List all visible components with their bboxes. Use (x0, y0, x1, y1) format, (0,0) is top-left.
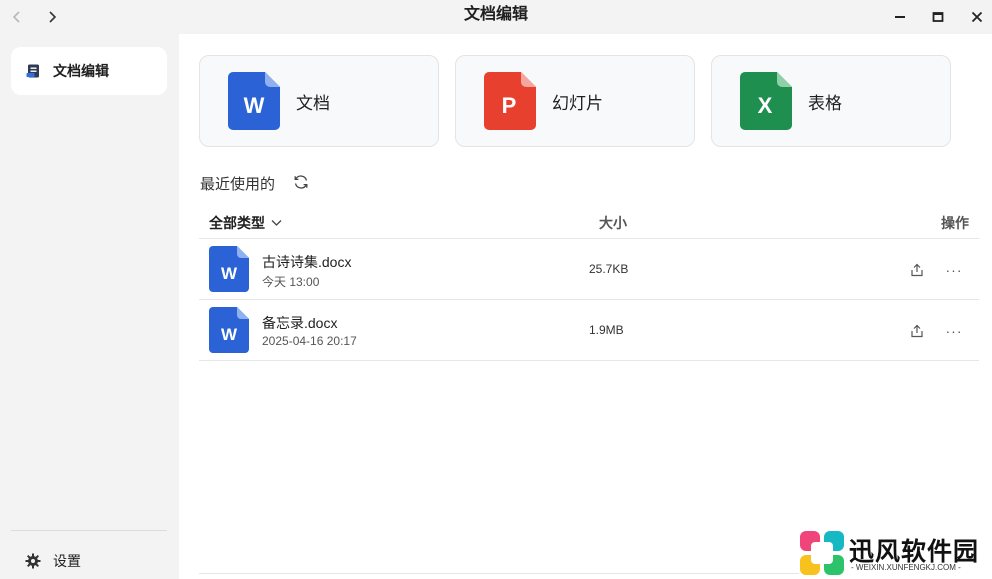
sidebar-divider (11, 530, 167, 531)
settings-button[interactable]: 设置 (25, 550, 81, 572)
sidebar: 文档编辑 设置 (0, 34, 179, 579)
refresh-button[interactable] (291, 172, 311, 192)
maximize-icon (932, 12, 944, 22)
size-column-header: 大小 (599, 215, 627, 231)
share-button[interactable] (907, 260, 927, 280)
more-options-button[interactable]: ··· (943, 321, 965, 341)
powerpoint-document-icon: P (484, 72, 536, 130)
document-edit-icon (26, 64, 39, 78)
watermark-url: - WEIXIN.XUNFENGKJ.COM - (851, 563, 961, 572)
chevron-right-icon (49, 11, 57, 23)
main-content: W 文档 P 幻灯片 X 表格 最近使用的 全部类型 大小 操作 W 古诗诗集.… (179, 34, 992, 579)
minimize-icon (895, 16, 905, 18)
sidebar-item-label: 文档编辑 (53, 63, 109, 79)
word-document-icon: W (228, 72, 280, 130)
file-table-header: 全部类型 大小 操作 (199, 204, 979, 239)
file-name: 古诗诗集.docx (262, 254, 352, 270)
new-document-card[interactable]: W 文档 (199, 55, 439, 147)
new-slides-card[interactable]: P 幻灯片 (455, 55, 695, 147)
svg-text:P: P (502, 93, 517, 118)
table-row[interactable]: W 古诗诗集.docx 今天 13:00 25.7KB ··· (199, 239, 979, 300)
svg-text:X: X (758, 93, 773, 118)
word-file-icon: W (209, 246, 249, 292)
xunfeng-logo-icon (800, 531, 844, 575)
type-filter-label: 全部类型 (209, 215, 265, 231)
window-title: 文档编辑 (463, 6, 528, 23)
card-label: 文档 (296, 93, 330, 113)
back-button[interactable] (5, 5, 29, 29)
refresh-icon (294, 175, 308, 189)
close-icon (971, 11, 983, 23)
share-button[interactable] (907, 321, 927, 341)
type-filter-dropdown[interactable]: 全部类型 (209, 213, 282, 233)
sidebar-item-document-edit[interactable]: 文档编辑 (11, 47, 167, 95)
file-time: 2025-04-16 20:17 (262, 334, 357, 348)
title-bar: 文档编辑 (0, 0, 992, 34)
new-spreadsheet-card[interactable]: X 表格 (711, 55, 951, 147)
chevron-down-icon (271, 220, 282, 226)
bottom-divider (199, 573, 799, 574)
file-size: 25.7KB (589, 262, 629, 276)
settings-label: 设置 (53, 553, 81, 569)
actions-column-header: 操作 (941, 215, 969, 231)
table-row[interactable]: W 备忘录.docx 2025-04-16 20:17 1.9MB ··· (199, 300, 979, 361)
chevron-left-icon (12, 11, 20, 23)
gear-icon (25, 553, 41, 569)
more-options-button[interactable]: ··· (943, 260, 965, 280)
minimize-button[interactable] (887, 4, 913, 30)
close-button[interactable] (964, 4, 990, 30)
card-label: 表格 (808, 93, 842, 113)
svg-text:W: W (244, 93, 265, 118)
forward-button[interactable] (40, 5, 64, 29)
excel-document-icon: X (740, 72, 792, 130)
file-time: 今天 13:00 (262, 275, 320, 289)
maximize-button[interactable] (925, 4, 951, 30)
card-label: 幻灯片 (552, 93, 603, 113)
file-name: 备忘录.docx (262, 315, 338, 331)
site-watermark: 迅风软件园 - WEIXIN.XUNFENGKJ.COM - (799, 530, 989, 577)
file-size: 1.9MB (589, 323, 624, 337)
recent-section-title: 最近使用的 (200, 176, 276, 193)
svg-text:W: W (221, 264, 238, 283)
word-file-icon: W (209, 307, 249, 353)
svg-text:W: W (221, 325, 238, 344)
share-icon (911, 263, 923, 277)
share-icon (911, 324, 923, 338)
